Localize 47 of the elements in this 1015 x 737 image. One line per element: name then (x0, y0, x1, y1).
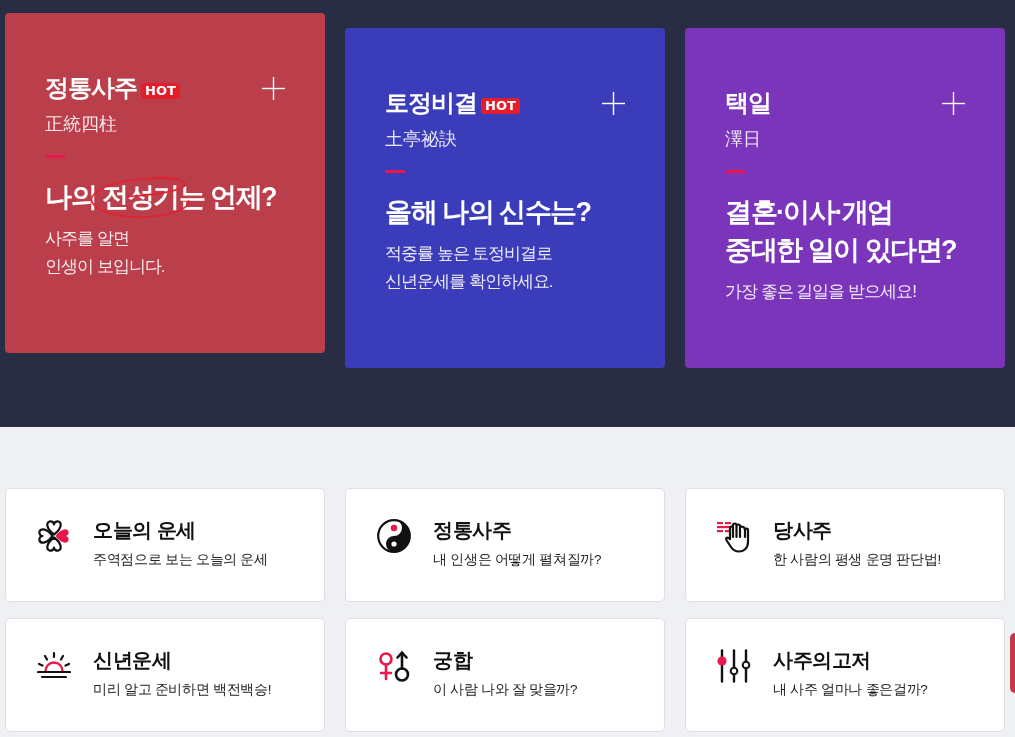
accent-line (725, 170, 745, 173)
service-title: 신년운세 (93, 648, 172, 673)
card-headline: 올해 나의 신수는? (385, 196, 592, 229)
card-title: 정통사주 (45, 73, 137, 103)
card-description: 적중률 높은 토정비결로 신년운세를 확인하세요. (385, 243, 554, 293)
hot-badge: HOT (141, 83, 180, 99)
promo-card[interactable]: 택일 澤日 결혼·이사·개업 중대한 일이 있다면? 가장 좋은 길일을 받으세요! (685, 28, 1005, 368)
card-title: 택일 (725, 88, 771, 118)
service-title: 오늘의 운세 (93, 518, 197, 543)
card-description: 사주를 알면 인생이 보입니다. (45, 228, 166, 278)
plus-icon (262, 76, 285, 100)
card-headline: 결혼·이사·개업 중대한 일이 있다면? (725, 196, 957, 267)
service-description: 미리 알고 준비하면 백전백승! (93, 681, 272, 699)
service-card[interactable]: 사주의고저 내 사주 얼마나 좋은걸까? (685, 618, 1005, 732)
gender-symbols-icon (377, 649, 411, 683)
service-description: 한 사람의 평생 운명 판단법! (773, 551, 941, 569)
yin-yang-icon (377, 519, 411, 553)
floating-button[interactable] (1010, 633, 1015, 693)
clover-hearts-icon (37, 519, 71, 553)
service-card[interactable]: 정통사주 내 인생은 어떻게 펼쳐질까? (345, 488, 665, 602)
hand-icon (717, 519, 751, 553)
card-description: 가장 좋은 길일을 받으세요! (725, 281, 917, 303)
card-subtitle: 澤日 (725, 128, 762, 151)
service-description: 주역점으로 보는 오늘의 운세 (93, 551, 268, 569)
service-card[interactable]: 신년운세 미리 알고 준비하면 백전백승! (5, 618, 325, 732)
plus-icon (602, 91, 625, 115)
hot-badge: HOT (481, 98, 520, 114)
service-description: 내 인생은 어떻게 펼쳐질까? (433, 551, 602, 569)
service-title: 당사주 (773, 518, 833, 543)
service-title: 사주의고저 (773, 648, 872, 673)
card-subtitle: 土亭祕訣 (385, 128, 458, 151)
card-headline: 나의 전성기는 언제? (45, 181, 277, 214)
promo-card[interactable]: 정통사주 HOT 正統四柱 나의 전성기는 언제? 사주를 알면 인생이 보입니다. (5, 13, 325, 353)
service-card[interactable]: 당사주 한 사람의 평생 운명 판단법! (685, 488, 1005, 602)
card-subtitle: 正統四柱 (45, 113, 118, 136)
sliders-icon (717, 649, 751, 683)
card-title: 토정비결 (385, 88, 477, 118)
service-description: 내 사주 얼마나 좋은걸까? (773, 681, 928, 699)
service-title: 정통사주 (433, 518, 512, 543)
service-title: 궁합 (433, 648, 474, 673)
service-description: 이 사람 나와 잘 맞을까? (433, 681, 578, 699)
accent-line (385, 170, 405, 173)
service-card[interactable]: 오늘의 운세 주역점으로 보는 오늘의 운세 (5, 488, 325, 602)
service-card[interactable]: 궁합 이 사람 나와 잘 맞을까? (345, 618, 665, 732)
accent-line (45, 155, 65, 158)
promo-card[interactable]: 토정비결 HOT 土亭祕訣 올해 나의 신수는? 적중률 높은 토정비결로 신년운세를 확인하세요. (345, 28, 665, 368)
plus-icon (942, 91, 965, 115)
